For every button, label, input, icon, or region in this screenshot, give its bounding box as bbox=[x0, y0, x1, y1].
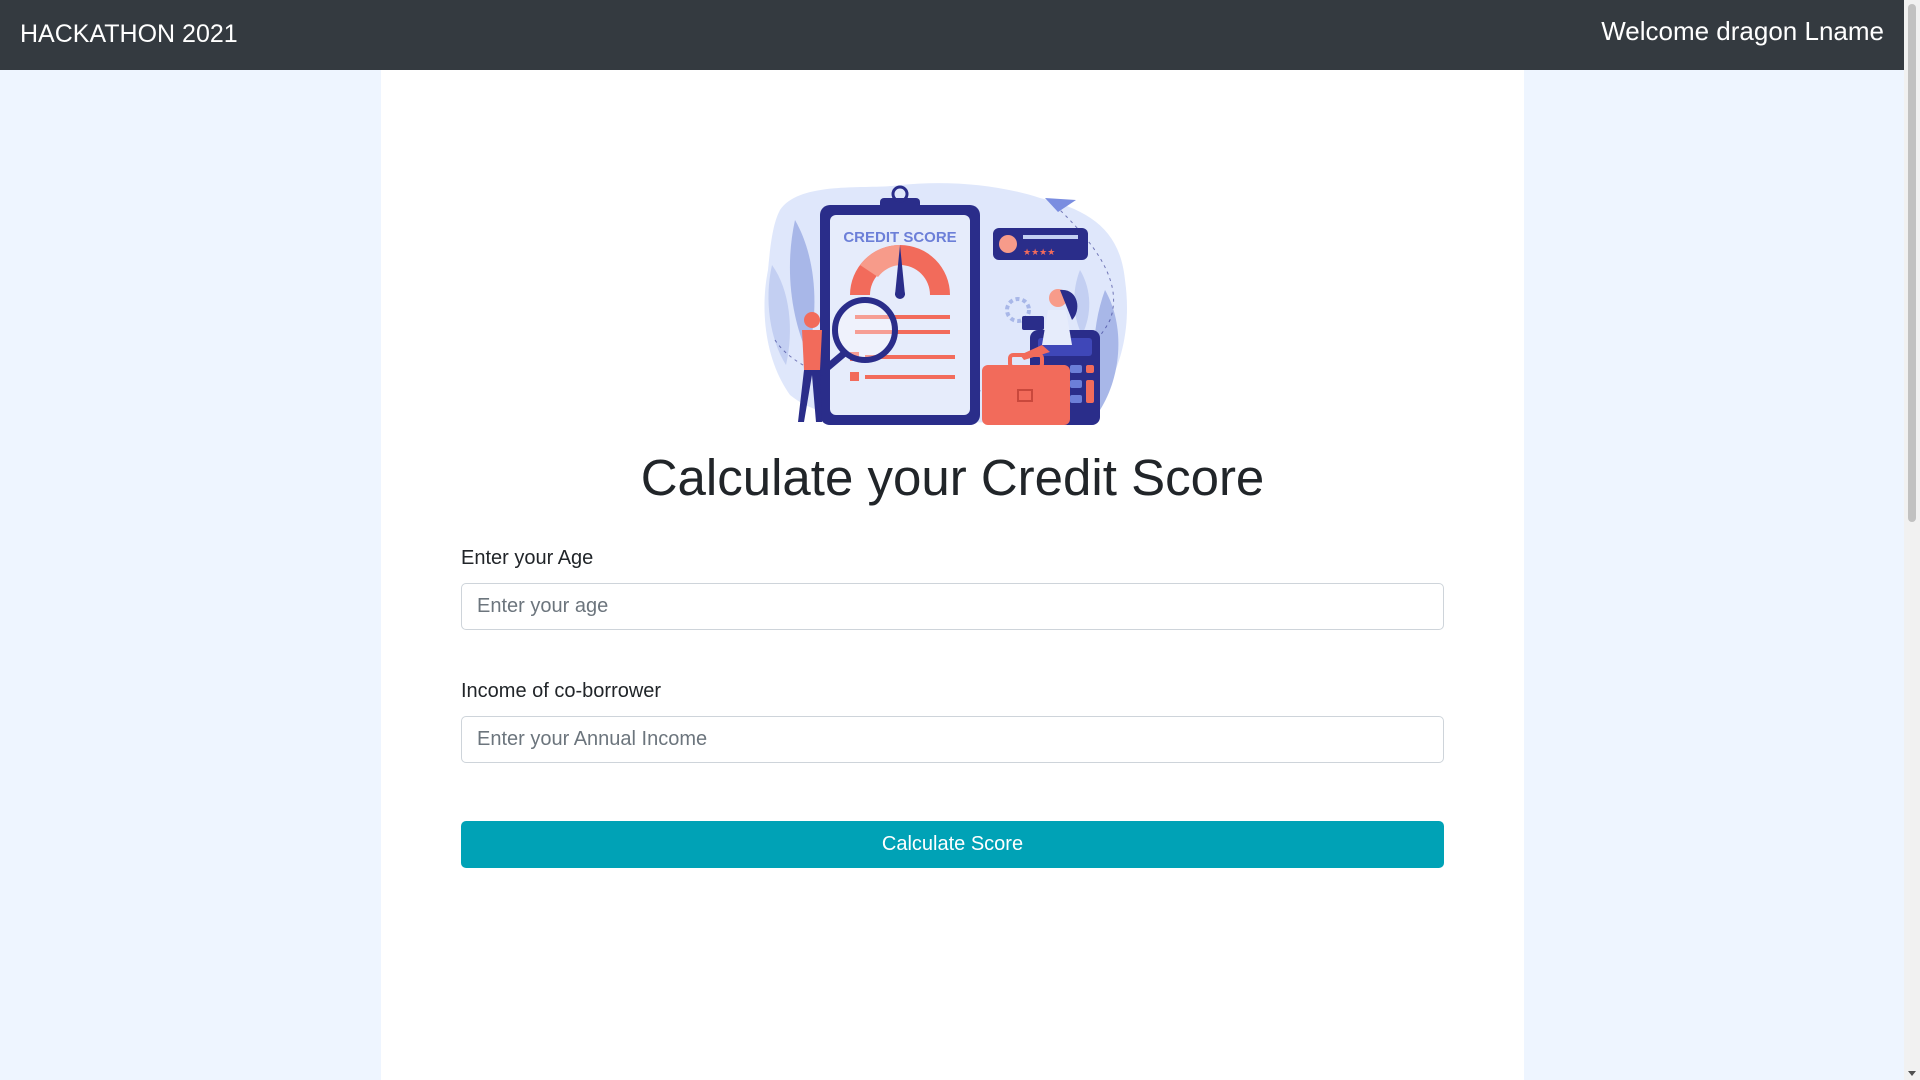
calculate-score-button[interactable]: Calculate Score bbox=[461, 821, 1444, 868]
income-label: Income of co-borrower bbox=[461, 680, 662, 702]
main-panel: CREDIT SCORE ★★★★ Calculate your Credit … bbox=[381, 70, 1524, 1080]
scroll-down-arrow-icon[interactable] bbox=[1908, 1071, 1916, 1076]
briefcase-icon bbox=[982, 365, 1070, 425]
income-input[interactable] bbox=[461, 716, 1444, 763]
page-title: Calculate your Credit Score bbox=[640, 449, 1265, 506]
clipboard-title: CREDIT SCORE bbox=[843, 229, 956, 246]
welcome-message: Welcome dragon Lname bbox=[1601, 16, 1884, 46]
navbar-brand[interactable]: HACKATHON 2021 bbox=[20, 18, 238, 50]
scrollbar-thumb[interactable] bbox=[1908, 4, 1916, 522]
svg-text:★★★★: ★★★★ bbox=[1023, 248, 1055, 258]
person-figure bbox=[804, 312, 820, 328]
vertical-scrollbar[interactable] bbox=[1904, 0, 1920, 1080]
age-label: Enter your Age bbox=[461, 547, 594, 569]
navbar: HACKATHON 2021 Welcome dragon Lname bbox=[0, 0, 1904, 70]
age-input[interactable] bbox=[461, 583, 1444, 630]
credit-score-illustration: CREDIT SCORE ★★★★ bbox=[764, 183, 1128, 425]
